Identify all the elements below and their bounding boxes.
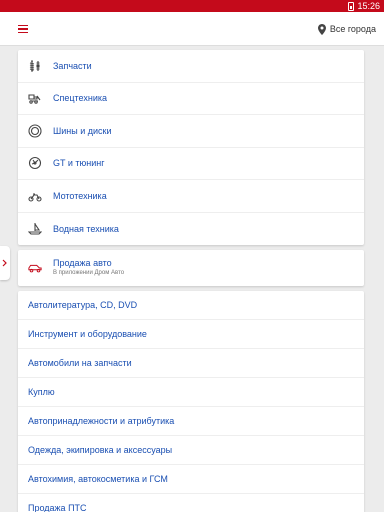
category-label: Запчасти (53, 60, 92, 71)
car-icon (28, 261, 42, 275)
link-item[interactable]: Одежда, экипировка и аксессуары (18, 436, 364, 465)
bulldozer-icon (28, 91, 42, 105)
spring-icon (28, 59, 42, 73)
link-item[interactable]: Автомобили на запчасти (18, 349, 364, 378)
city-selector[interactable]: Все города (317, 12, 376, 46)
category-tuning[interactable]: GT и тюнинг (18, 148, 364, 180)
location-pin-icon (317, 23, 326, 35)
category-label: GT и тюнинг (53, 158, 105, 169)
hamburger-menu-icon[interactable] (12, 18, 34, 40)
link-item[interactable]: Куплю (18, 378, 364, 407)
city-label: Все города (329, 24, 376, 34)
link-item[interactable]: Продажа ПТС (18, 494, 364, 512)
car-sale-card: Продажа авто В приложении Дром Авто (18, 250, 364, 286)
category-special-equipment[interactable]: Спецтехника (18, 83, 364, 115)
category-label: Водная техника (53, 223, 119, 234)
car-sale-subtitle: В приложении Дром Авто (53, 270, 125, 276)
category-tires[interactable]: Шины и диски (18, 115, 364, 148)
turbo-icon (28, 156, 42, 170)
motorcycle-icon (28, 189, 42, 203)
link-item[interactable]: Автопринадлежности и атрибутика (18, 407, 364, 436)
category-moto[interactable]: Мототехника (18, 180, 364, 213)
car-sale-title: Продажа авто (53, 258, 112, 268)
categories-card: Запчасти Спецтехника Шины и диски GT и т… (18, 50, 364, 245)
boat-icon (28, 222, 42, 236)
category-parts[interactable]: Запчасти (18, 50, 364, 83)
link-item[interactable]: Автохимия, автокосметика и ГСМ (18, 465, 364, 494)
chevron-right-icon (2, 259, 7, 267)
category-label: Шины и диски (53, 125, 112, 136)
link-item[interactable]: Автолитература, CD, DVD (18, 291, 364, 320)
tire-icon (28, 124, 42, 138)
status-time: 15:26 (357, 1, 380, 11)
category-label: Мототехника (53, 190, 107, 201)
subcategories-card: Автолитература, CD, DVD Инструмент и обо… (18, 291, 364, 512)
car-sale-link[interactable]: Продажа авто В приложении Дром Авто (18, 250, 364, 286)
drawer-handle[interactable] (0, 246, 10, 280)
link-item[interactable]: Инструмент и оборудование (18, 320, 364, 349)
category-label: Спецтехника (53, 93, 107, 104)
category-water[interactable]: Водная техника (18, 213, 364, 246)
battery-icon (348, 1, 355, 11)
status-bar: 15:26 (0, 0, 384, 12)
app-toolbar: Все города (0, 12, 384, 46)
